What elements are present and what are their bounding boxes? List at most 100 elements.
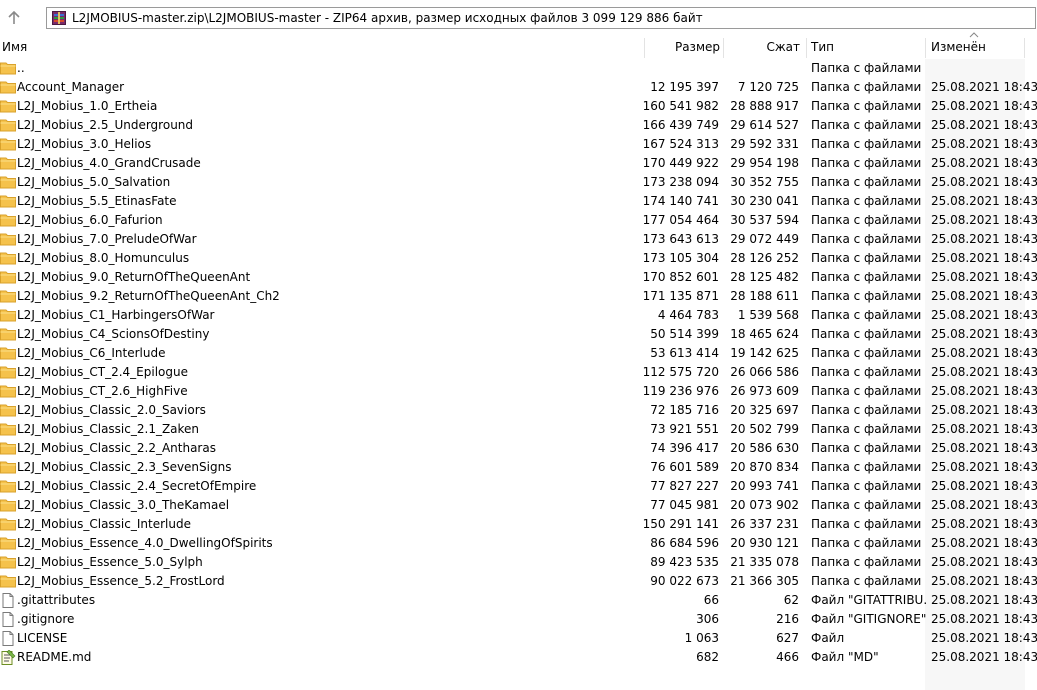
file-size: 89 423 535 <box>650 555 719 569</box>
file-packed-size: 20 073 902 <box>730 498 799 512</box>
file-name: L2J_Mobius_CT_2.6_HighFive <box>17 384 188 398</box>
file-row[interactable]: L2J_Mobius_Classic_2.2_Antharas 74 396 41… <box>0 439 1037 458</box>
text-file-icon <box>0 648 16 667</box>
file-size: 53 613 414 <box>650 346 719 360</box>
file-row[interactable]: L2J_Mobius_6.0_Fafurion 177 054 464 30 537… <box>0 211 1037 230</box>
file-name: L2J_Mobius_Classic_2.3_SevenSigns <box>17 460 232 474</box>
file-row[interactable]: L2J_Mobius_C6_Interlude 53 613 414 19 142 … <box>0 344 1037 363</box>
file-modified: 25.08.2021 18:43 <box>931 384 1037 398</box>
file-size: 166 439 749 <box>642 118 719 132</box>
file-icon <box>0 629 16 648</box>
file-modified: 25.08.2021 18:43 <box>931 194 1037 208</box>
file-type: Папка с файлами <box>811 194 922 208</box>
file-modified: 25.08.2021 18:43 <box>931 593 1037 607</box>
file-modified: 25.08.2021 18:43 <box>931 479 1037 493</box>
file-type: Папка с файлами <box>811 251 922 265</box>
file-row[interactable]: Account_Manager 12 195 397 7 120 725 Папка … <box>0 78 1037 97</box>
column-header-type[interactable]: Тип <box>811 38 921 58</box>
file-row[interactable]: L2J_Mobius_Classic_2.4_SecretOfEmpire 77 … <box>0 477 1037 496</box>
file-size: 112 575 720 <box>642 365 719 379</box>
column-header-name[interactable]: Имя <box>2 38 642 58</box>
folder-icon <box>0 401 16 420</box>
file-row[interactable]: L2J_Mobius_C4_ScionsOfDestiny 50 514 399 1… <box>0 325 1037 344</box>
file-row[interactable]: L2J_Mobius_7.0_PreludeOfWar 173 643 613 29… <box>0 230 1037 249</box>
file-name: L2J_Mobius_C6_Interlude <box>17 346 166 360</box>
file-type: Папка с файлами <box>811 555 922 569</box>
file-row[interactable]: L2J_Mobius_Classic_2.3_SevenSigns 76 601 … <box>0 458 1037 477</box>
up-arrow-icon[interactable] <box>4 8 24 28</box>
file-row[interactable]: L2J_Mobius_Classic_2.0_Saviors 72 185 716… <box>0 401 1037 420</box>
file-name: L2J_Mobius_Classic_2.4_SecretOfEmpire <box>17 479 257 493</box>
file-row[interactable]: L2J_Mobius_8.0_Homunculus 173 105 304 28 1… <box>0 249 1037 268</box>
address-path-field[interactable]: L2JMOBIUS-master.zip\L2JMOBIUS-master - … <box>46 7 1036 29</box>
file-row[interactable]: L2J_Mobius_Essence_4.0_DwellingOfSpirits… <box>0 534 1037 553</box>
file-name: .. <box>17 61 25 75</box>
file-size: 167 524 313 <box>642 137 719 151</box>
file-name: L2J_Mobius_1.0_Ertheia <box>17 99 158 113</box>
column-divider[interactable] <box>1024 38 1025 58</box>
file-type: Файл "GITATTRIBU... <box>811 593 926 607</box>
file-name: L2J_Mobius_5.0_Salvation <box>17 175 171 189</box>
file-packed-size: 29 614 527 <box>730 118 799 132</box>
file-type: Файл <box>811 631 845 645</box>
file-name: L2J_Mobius_4.0_GrandCrusade <box>17 156 201 170</box>
file-row[interactable]: L2J_Mobius_5.5_EtinasFate 174 140 741 30 2… <box>0 192 1037 211</box>
file-row[interactable]: L2J_Mobius_2.5_Underground 166 439 749 29 … <box>0 116 1037 135</box>
file-row[interactable]: .. Папка с файлами <box>0 59 1025 78</box>
file-row[interactable]: L2J_Mobius_CT_2.6_HighFive 119 236 976 26 … <box>0 382 1037 401</box>
file-list[interactable]: .. Папка с файлами Account_Manager 12 195 3… <box>0 59 1037 690</box>
file-size: 50 514 399 <box>650 327 719 341</box>
file-packed-size: 216 <box>776 612 799 626</box>
folder-icon <box>0 287 16 306</box>
folder-icon <box>0 572 16 591</box>
file-packed-size: 1 539 568 <box>737 308 799 322</box>
column-divider[interactable] <box>806 38 807 58</box>
file-row[interactable]: L2J_Mobius_3.0_Helios 167 524 313 29 592 3… <box>0 135 1037 154</box>
file-name: L2J_Mobius_Classic_2.0_Saviors <box>17 403 206 417</box>
column-divider[interactable] <box>644 38 645 58</box>
file-modified: 25.08.2021 18:43 <box>931 232 1037 246</box>
column-header-modified[interactable]: Изменён <box>931 38 1025 58</box>
file-row[interactable]: L2J_Mobius_9.0_ReturnOfTheQueenAnt 170 85… <box>0 268 1037 287</box>
file-name: Account_Manager <box>17 80 125 94</box>
file-row[interactable]: README.md 682 466 Файл "MD" 25.08.2021 18:43 <box>0 648 1037 667</box>
file-type: Папка с файлами <box>811 574 922 588</box>
file-row[interactable]: L2J_Mobius_Classic_Interlude 150 291 141 2… <box>0 515 1037 534</box>
file-modified: 25.08.2021 18:43 <box>931 137 1037 151</box>
file-type: Папка с файлами <box>811 517 922 531</box>
file-size: 119 236 976 <box>642 384 719 398</box>
folder-icon <box>0 230 16 249</box>
folder-icon <box>0 534 16 553</box>
file-packed-size: 29 072 449 <box>730 232 799 246</box>
file-name: README.md <box>17 650 92 664</box>
file-row[interactable]: L2J_Mobius_5.0_Salvation 173 238 094 30 35… <box>0 173 1037 192</box>
file-size: 66 <box>703 593 719 607</box>
file-packed-size: 627 <box>776 631 799 645</box>
file-row[interactable]: L2J_Mobius_C1_HarbingersOfWar 4 464 783 1 … <box>0 306 1037 325</box>
file-row[interactable]: .gitignore 306 216 Файл "GITIGNORE" 25.08.20… <box>0 610 1037 629</box>
file-row[interactable]: L2J_Mobius_Essence_5.2_FrostLord 90 022 6… <box>0 572 1037 591</box>
file-row[interactable]: L2J_Mobius_Essence_5.0_Sylph 89 423 535 21… <box>0 553 1037 572</box>
file-row[interactable]: .gitattributes 66 62 Файл "GITATTRIBU... 25.… <box>0 591 1037 610</box>
file-packed-size: 28 125 482 <box>730 270 799 284</box>
file-row[interactable]: L2J_Mobius_CT_2.4_Epilogue 112 575 720 26 … <box>0 363 1037 382</box>
file-row[interactable]: L2J_Mobius_4.0_GrandCrusade 170 449 922 29… <box>0 154 1037 173</box>
file-packed-size: 20 586 630 <box>730 441 799 455</box>
column-header-packed[interactable]: Сжат <box>724 38 800 58</box>
column-header-size[interactable]: Размер <box>646 38 720 58</box>
column-divider[interactable] <box>925 38 926 58</box>
file-row[interactable]: L2J_Mobius_Classic_2.1_Zaken 73 921 551 20… <box>0 420 1037 439</box>
file-name: L2J_Mobius_CT_2.4_Epilogue <box>17 365 188 379</box>
folder-icon <box>0 363 16 382</box>
file-row[interactable]: L2J_Mobius_9.2_ReturnOfTheQueenAnt_Ch2 17… <box>0 287 1037 306</box>
file-size: 173 238 094 <box>642 175 719 189</box>
file-packed-size: 28 126 252 <box>730 251 799 265</box>
file-modified: 25.08.2021 18:43 <box>931 517 1037 531</box>
file-name: L2J_Mobius_Essence_5.2_FrostLord <box>17 574 225 588</box>
file-row[interactable]: LICENSE 1 063 627 Файл 25.08.2021 18:43 <box>0 629 1037 648</box>
file-row[interactable]: L2J_Mobius_Classic_3.0_TheKamael 77 045 9… <box>0 496 1037 515</box>
file-row[interactable]: L2J_Mobius_1.0_Ertheia 160 541 982 28 888 … <box>0 97 1037 116</box>
folder-icon <box>0 268 16 287</box>
file-type: Папка с файлами <box>811 289 922 303</box>
folder-icon <box>0 420 16 439</box>
